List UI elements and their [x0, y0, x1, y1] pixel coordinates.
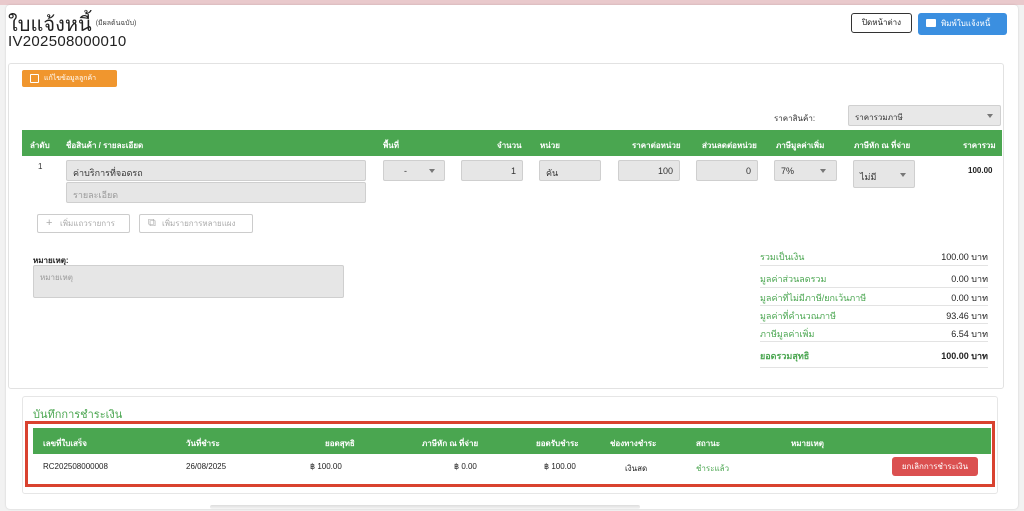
col-channel: ช่องทางชำระ	[610, 439, 657, 448]
price-type-select[interactable]: ราคารวมภาษี	[848, 105, 1001, 126]
edit-icon	[30, 74, 39, 83]
col-vat: ภาษีมูลค่าเพิ่ม	[776, 141, 825, 150]
col-discount: ส่วนลดต่อหน่วย	[702, 141, 757, 150]
col-wht: ภาษีหัก ณ ที่จ่าย	[854, 141, 911, 150]
copy-icon: ⧉	[148, 217, 156, 229]
summary-taxable: มูลค่าที่คำนวณภาษี 93.46 บาท	[760, 311, 988, 321]
product-detail-field[interactable]: รายละเอียด	[66, 182, 366, 203]
divider	[760, 265, 988, 266]
summary-total: รวมเป็นเงิน 100.00 บาท	[760, 252, 988, 262]
col-qty: จำนวน	[497, 141, 522, 150]
title-subtitle: (มีผลต้นฉบับ)	[95, 20, 137, 27]
col-total: ราคารวม	[963, 141, 996, 150]
pay-net: ฿ 100.00	[310, 462, 342, 471]
price-type-label: ราคาสินค้า:	[774, 114, 816, 123]
row-index: 1	[38, 162, 43, 171]
col-note: หมายเหตุ	[791, 439, 824, 448]
divider	[760, 367, 988, 368]
chevron-down-icon	[820, 169, 826, 173]
product-name-field[interactable]: ค่าบริการที่จอดรถ	[66, 160, 366, 181]
col-unit-price: ราคาต่อหน่วย	[632, 141, 681, 150]
chevron-down-icon	[987, 114, 993, 118]
status-badge: ชำระแล้ว	[696, 464, 730, 473]
col-product: ชื่อสินค้า / รายละเอียด	[66, 141, 144, 150]
col-unit: หน่วย	[540, 141, 560, 150]
col-receipt-no: เลขที่ใบเสร็จ	[43, 439, 87, 448]
col-wht: ภาษีหัก ณ ที่จ่าย	[422, 439, 479, 448]
vat-select[interactable]: 7%	[774, 160, 837, 181]
wht-select[interactable]: ไม่มี	[853, 160, 915, 188]
chevron-down-icon	[429, 169, 435, 173]
pay-wht: ฿ 0.00	[454, 462, 477, 471]
divider	[760, 323, 988, 324]
quantity-field[interactable]: 1	[461, 160, 523, 181]
add-row-button[interactable]: + เพิ่มแถวรายการ	[37, 214, 130, 233]
close-window-button[interactable]: ปิดหน้าต่าง	[851, 13, 912, 33]
col-area: พื้นที่	[383, 141, 400, 150]
col-index: ลำดับ	[30, 141, 50, 150]
add-multi-items-button[interactable]: ⧉ เพิ่มรายการหลายแผง	[139, 214, 253, 233]
scroll-shadow	[210, 505, 640, 509]
notes-field[interactable]: หมายเหตุ	[33, 265, 344, 298]
pay-received: ฿ 100.00	[544, 462, 576, 471]
cancel-payment-button[interactable]: ยกเลิกการชำระเงิน	[892, 457, 978, 476]
summary-net: ยอดรวมสุทธิ 100.00 บาท	[760, 351, 988, 361]
area-select[interactable]: -	[383, 160, 445, 181]
receipt-no: RC202508000008	[43, 462, 108, 471]
pay-channel: เงินสด	[625, 464, 648, 473]
printer-icon	[926, 19, 936, 27]
print-invoice-button[interactable]: พิมพ์ใบแจ้งหนี้	[918, 13, 1007, 35]
divider	[760, 305, 988, 306]
unit-field[interactable]: คัน	[539, 160, 601, 181]
col-net: ยอดสุทธิ	[325, 439, 355, 448]
discount-field[interactable]: 0	[696, 160, 758, 181]
row-total: 100.00	[968, 166, 993, 175]
document-number: IV202508000010	[8, 33, 127, 50]
payments-table-header: เลขที่ใบเสร็จ วันที่ชำระ ยอดสุทธิ ภาษีหั…	[33, 428, 991, 454]
col-pay-date: วันที่ชำระ	[186, 439, 220, 448]
plus-icon: +	[46, 217, 53, 229]
unit-price-field[interactable]: 100	[618, 160, 680, 181]
summary-discount: มูลค่าส่วนลดรวม 0.00 บาท	[760, 274, 988, 284]
col-status: สถานะ	[696, 439, 720, 448]
summary-vat: ภาษีมูลค่าเพิ่ม 6.54 บาท	[760, 329, 988, 339]
col-received: ยอดรับชำระ	[536, 439, 579, 448]
divider	[760, 287, 988, 288]
divider	[760, 341, 988, 342]
chevron-down-icon	[900, 173, 906, 177]
summary-exempt: มูลค่าที่ไม่มีภาษี/ยกเว้นภาษี 0.00 บาท	[760, 293, 988, 303]
pay-date: 26/08/2025	[186, 462, 227, 471]
edit-customer-button[interactable]: แก้ไขข้อมูลลูกค้า	[22, 70, 117, 87]
items-table-header: ลำดับ ชื่อสินค้า / รายละเอียด พื้นที่ จำ…	[22, 130, 1002, 156]
